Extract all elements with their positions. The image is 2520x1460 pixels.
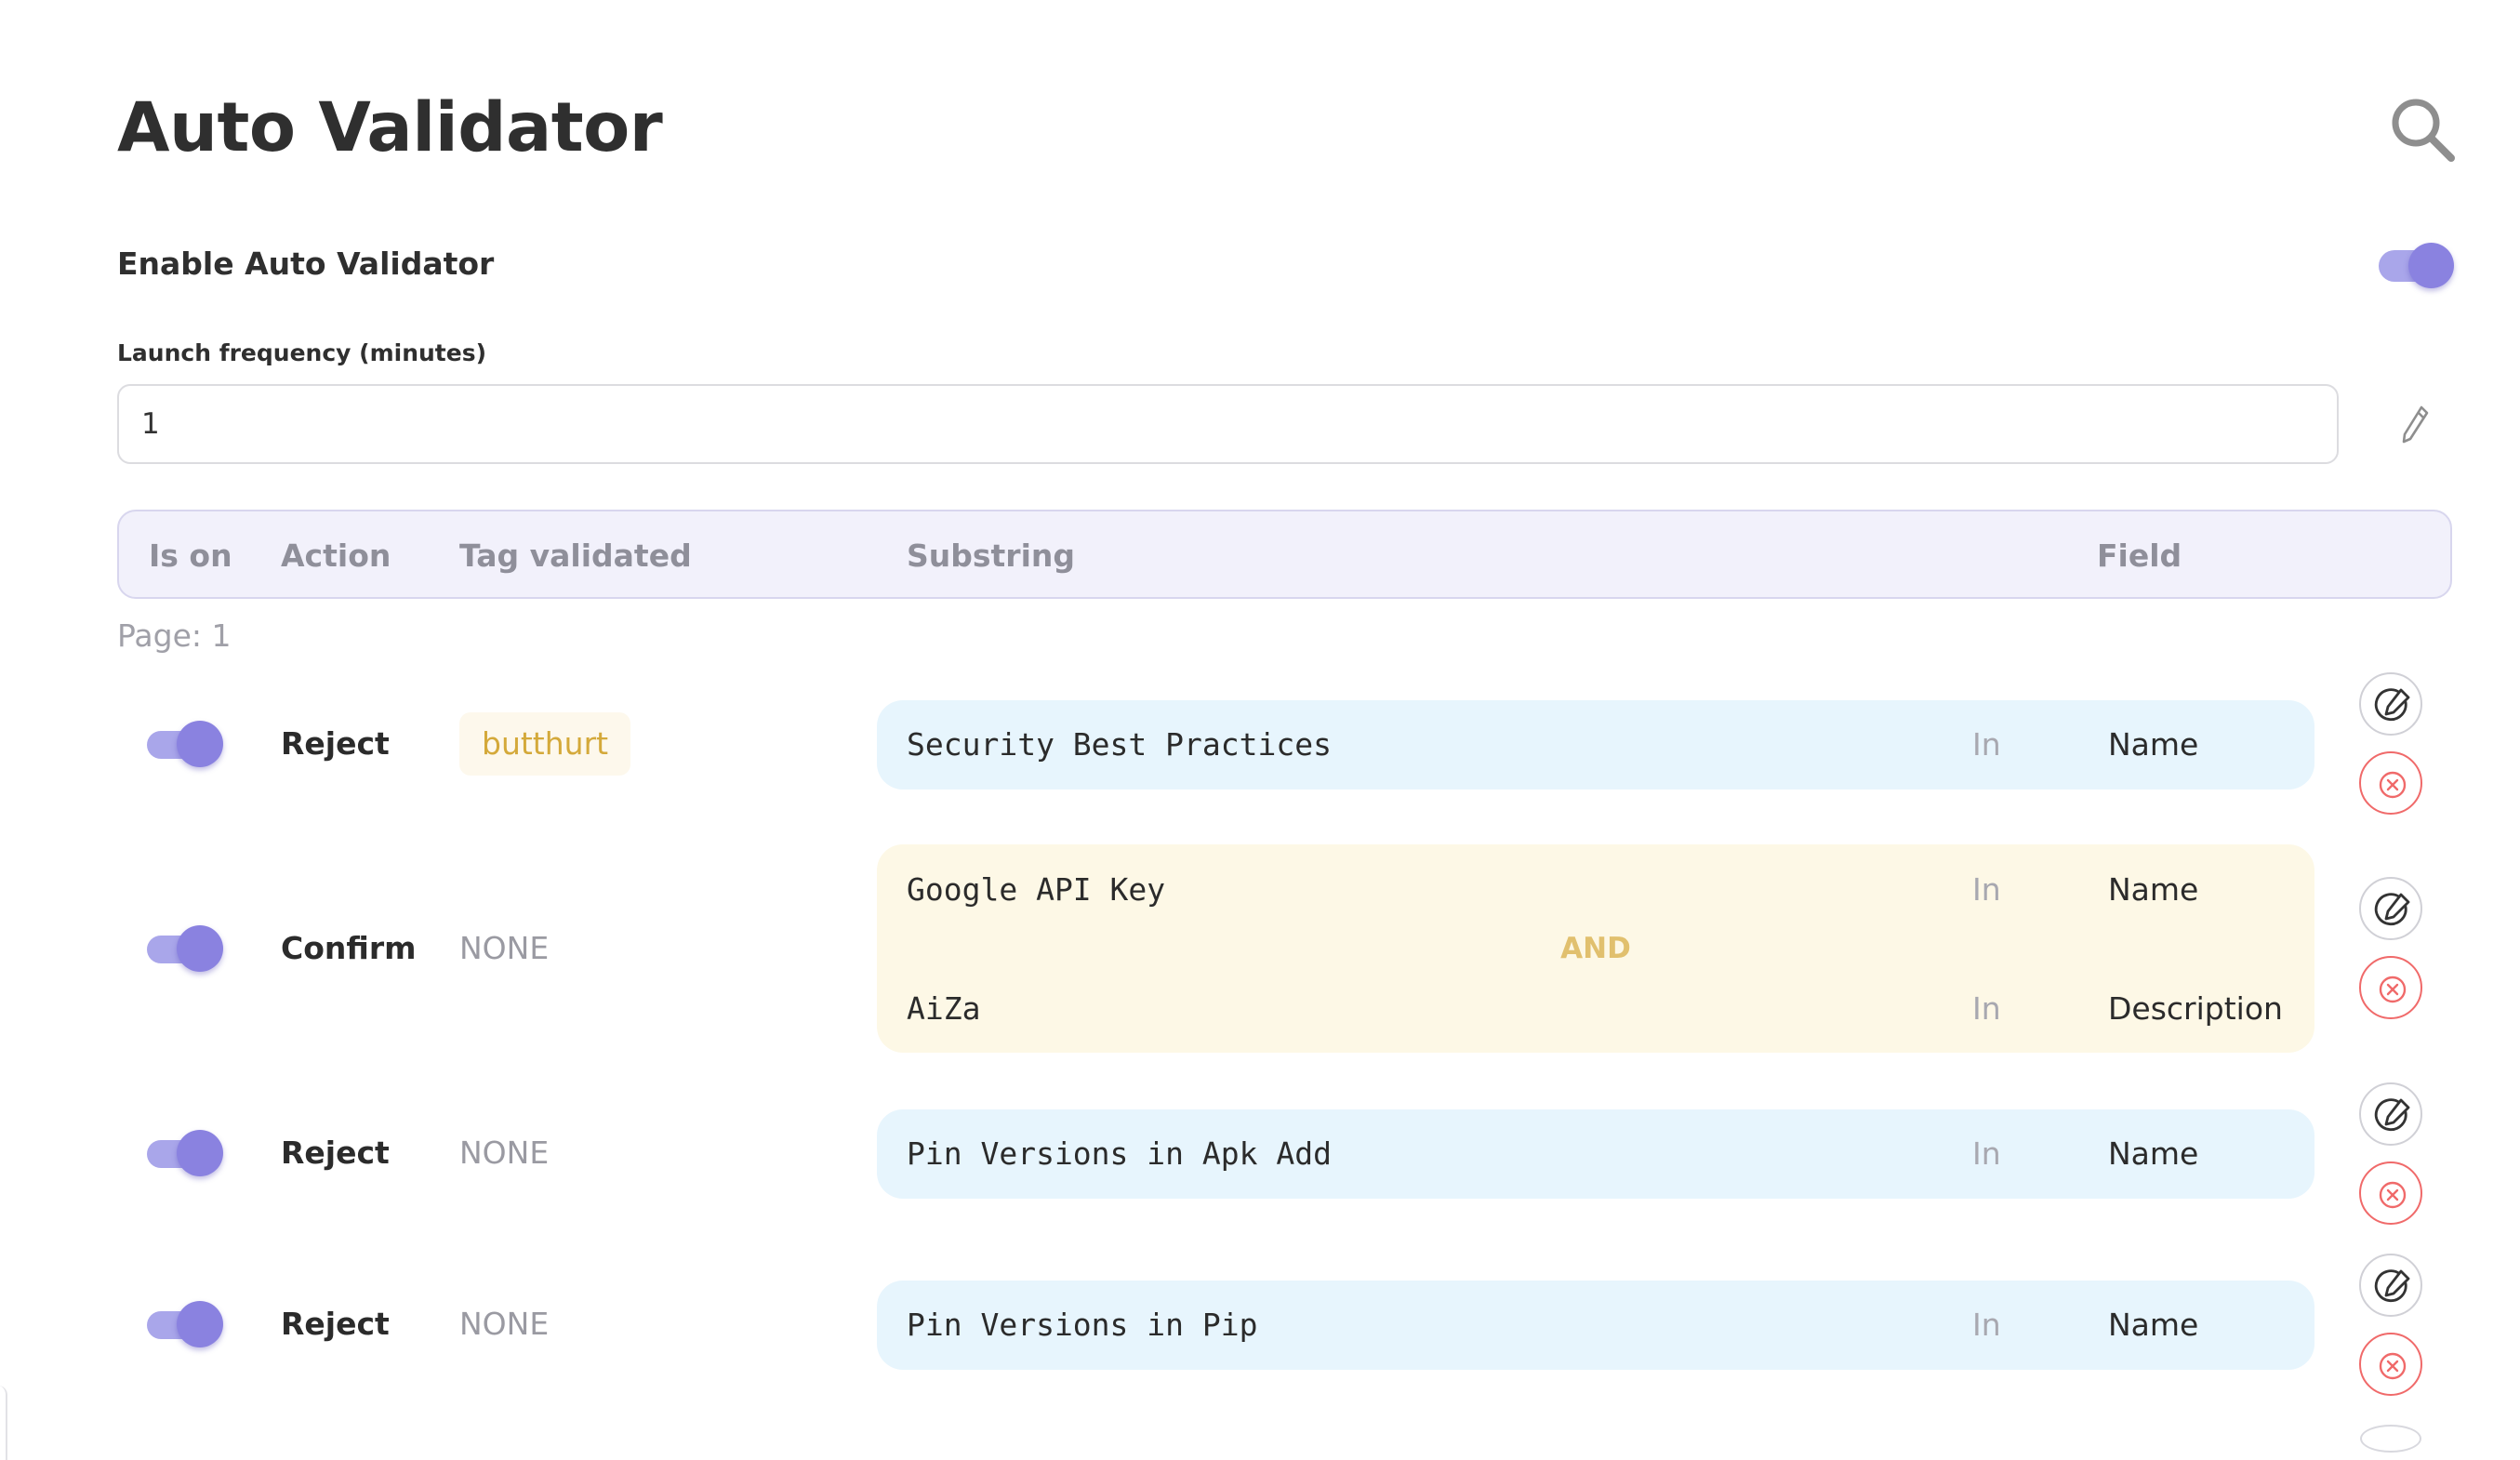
column-header-substring: Substring — [907, 538, 1076, 574]
condition-field: Name — [2108, 726, 2199, 763]
row-toggle[interactable] — [147, 1130, 223, 1176]
pencil-icon[interactable] — [2399, 404, 2431, 445]
column-header-is-on: Is on — [149, 538, 232, 574]
toggle-knob — [177, 1130, 223, 1176]
condition-in-label: In — [1972, 990, 2001, 1027]
enable-auto-validator-toggle[interactable] — [2379, 243, 2455, 288]
condition-substring: Security Best Practices — [907, 726, 1332, 763]
toggle-knob — [177, 925, 223, 972]
column-header-action: Action — [281, 538, 391, 574]
search-icon[interactable] — [2388, 95, 2457, 164]
condition-box: Security Best Practices In Name — [877, 700, 2314, 790]
table-header: Is on Action Tag validated Substring Fie… — [117, 510, 2452, 599]
row-action: Reject — [281, 1135, 390, 1171]
delete-icon — [2379, 771, 2407, 799]
row-action: Reject — [281, 725, 390, 762]
row-action: Reject — [281, 1306, 390, 1342]
condition-in-label: In — [1972, 871, 2001, 908]
enable-auto-validator-label: Enable Auto Validator — [117, 246, 495, 282]
column-header-tag-validated: Tag validated — [459, 538, 692, 574]
row-toggle[interactable] — [147, 1301, 223, 1347]
condition-field: Name — [2108, 1307, 2199, 1343]
condition-substring: AiZa — [907, 990, 981, 1027]
condition-substring: Google API Key — [907, 871, 1166, 908]
page-indicator: Page: 1 — [117, 617, 232, 654]
condition-field: Description — [2108, 990, 2283, 1027]
edit-icon — [2374, 1269, 2410, 1302]
condition-in-label: In — [1972, 1307, 2001, 1343]
toggle-knob — [177, 1301, 223, 1347]
condition-substring: Pin Versions in Apk Add — [907, 1135, 1332, 1172]
column-header-field: Field — [2097, 538, 2182, 574]
row-toggle[interactable] — [147, 925, 223, 972]
row-action: Confirm — [281, 930, 417, 966]
condition-box: Pin Versions in Apk Add In Name — [877, 1109, 2314, 1199]
edit-icon — [2374, 1098, 2410, 1131]
delete-icon — [2379, 976, 2407, 1003]
delete-button[interactable] — [2359, 1333, 2422, 1396]
tag-none: NONE — [459, 1306, 550, 1342]
edit-button[interactable] — [2359, 877, 2422, 940]
condition-field: Name — [2108, 1135, 2199, 1172]
next-row-edit-button[interactable] — [2360, 1425, 2421, 1453]
row-toggle[interactable] — [147, 721, 223, 767]
launch-frequency-input[interactable] — [117, 384, 2339, 464]
condition-substring: Pin Versions in Pip — [907, 1307, 1258, 1343]
condition-group-box: Google API Key In Name AND AiZa In Descr… — [877, 844, 2314, 1053]
toggle-knob — [2408, 243, 2454, 288]
delete-icon — [2379, 1352, 2407, 1380]
page-title: Auto Validator — [117, 88, 663, 167]
tag-none: NONE — [459, 930, 550, 966]
edit-icon — [2374, 688, 2410, 721]
edit-button[interactable] — [2359, 672, 2422, 736]
launch-frequency-label: Launch frequency (minutes) — [117, 339, 486, 366]
tag-badge: butthurt — [459, 712, 631, 776]
edit-button[interactable] — [2359, 1082, 2422, 1146]
edit-icon — [2374, 893, 2410, 925]
condition-in-label: In — [1972, 1135, 2001, 1172]
condition-in-label: In — [1972, 726, 2001, 763]
toggle-knob — [177, 721, 223, 767]
delete-button[interactable] — [2359, 1161, 2422, 1225]
page-edge-divider — [0, 1386, 7, 1460]
delete-button[interactable] — [2359, 751, 2422, 815]
condition-box: Pin Versions in Pip In Name — [877, 1281, 2314, 1370]
delete-button[interactable] — [2359, 956, 2422, 1019]
delete-icon — [2379, 1181, 2407, 1209]
condition-field: Name — [2108, 871, 2199, 908]
condition-operator: AND — [1560, 932, 1631, 965]
tag-none: NONE — [459, 1135, 550, 1171]
edit-button[interactable] — [2359, 1254, 2422, 1317]
